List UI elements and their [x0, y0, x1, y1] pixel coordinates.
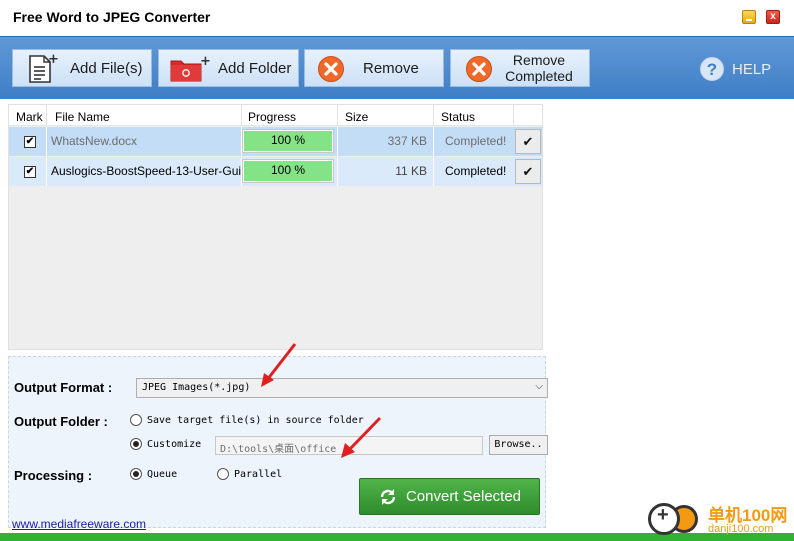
website-link[interactable]: www.mediafreeware.com — [12, 517, 146, 531]
file-name: WhatsNew.docx — [51, 134, 138, 148]
file-size: 337 KB — [387, 134, 427, 148]
close-button[interactable]: x — [766, 10, 780, 24]
header-file-name[interactable]: File Name — [55, 110, 110, 124]
radio-source-folder[interactable] — [130, 414, 142, 426]
add-files-label: Add File(s) — [70, 59, 143, 77]
output-folder-label: Output Folder : — [14, 414, 108, 429]
remove-completed-button[interactable]: Remove Completed — [450, 49, 590, 87]
row-checkbox[interactable]: ✔ — [24, 136, 36, 148]
radio-parallel-label: Parallel — [234, 469, 283, 480]
help-button[interactable]: ? HELP — [700, 57, 771, 81]
add-folder-label: Add Folder — [218, 59, 292, 77]
header-status[interactable]: Status — [441, 110, 475, 124]
processing-label: Processing : — [14, 468, 93, 483]
radio-queue-label: Queue — [147, 469, 178, 480]
svg-text:+: + — [200, 55, 211, 69]
output-format-label: Output Format : — [14, 380, 113, 395]
add-folder-icon: + — [170, 55, 211, 82]
remove-completed-text: Remove Completed — [503, 52, 575, 84]
header-mark[interactable]: Mark — [16, 110, 43, 124]
refresh-icon — [380, 489, 396, 504]
convert-selected-label: Convert Selected — [405, 488, 522, 505]
header-size[interactable]: Size — [345, 110, 368, 124]
status-text: Completed! — [445, 164, 507, 178]
radio-customize[interactable] — [130, 438, 142, 450]
progress-bar: 100 % — [242, 129, 334, 153]
help-label: HELP — [732, 60, 772, 78]
table-row[interactable]: ✔ WhatsNew.docx 100 % 337 KB Completed! … — [9, 127, 542, 156]
add-files-button[interactable]: + Add File(s) — [12, 49, 152, 87]
list-header: Mark File Name Progress Size Status — [9, 105, 542, 126]
add-folder-button[interactable]: + Add Folder — [158, 49, 299, 87]
radio-source-folder-label: Save target file(s) in source folder — [147, 415, 364, 426]
remove-icon — [318, 56, 344, 82]
remove-button[interactable]: Remove — [304, 49, 444, 87]
remove-completed-icon — [466, 56, 492, 82]
watermark: 单机100网 danji100.com — [646, 499, 794, 541]
output-format-value: JPEG Images(*.jpg) — [142, 382, 251, 393]
annotation-arrow-icon — [341, 416, 382, 458]
watermark-url: danji100.com — [708, 523, 774, 535]
header-progress[interactable]: Progress — [248, 110, 296, 124]
row-checkbox[interactable]: ✔ — [24, 166, 36, 178]
remove-completed-line2: Completed — [505, 68, 573, 84]
help-icon: ? — [700, 57, 724, 81]
watermark-plus-icon — [648, 503, 680, 535]
remove-completed-line1: Remove — [512, 52, 566, 68]
radio-parallel[interactable] — [217, 468, 229, 480]
title-bar: Free Word to JPEG Converter x — [0, 0, 794, 36]
output-format-select[interactable]: JPEG Images(*.jpg) ⌵ — [136, 378, 548, 398]
file-list[interactable]: Mark File Name Progress Size Status ✔ Wh… — [8, 104, 543, 350]
browse-button[interactable]: Browse.. — [489, 435, 548, 455]
progress-text: 100 % — [270, 163, 306, 177]
radio-customize-label: Customize — [147, 439, 202, 450]
annotation-arrow-icon — [261, 343, 297, 387]
file-size: 11 KB — [395, 164, 427, 178]
progress-text: 100 % — [270, 133, 306, 147]
table-row[interactable]: ✔ Auslogics-BoostSpeed-13-User-Guid... 1… — [9, 157, 542, 186]
toolbar: + Add File(s) + Add Folder Remove Remove… — [0, 36, 794, 99]
status-text: Completed! — [445, 134, 507, 148]
remove-label: Remove — [363, 59, 419, 77]
file-name: Auslogics-BoostSpeed-13-User-Guid... — [51, 164, 241, 178]
radio-queue[interactable] — [130, 468, 142, 480]
progress-bar: 100 % — [242, 159, 334, 183]
row-action-check-button[interactable]: ✔ — [515, 129, 541, 154]
row-action-check-button[interactable]: ✔ — [515, 159, 541, 184]
minimize-button[interactable] — [742, 10, 756, 24]
window-title: Free Word to JPEG Converter — [13, 9, 211, 25]
convert-selected-button[interactable]: Convert Selected — [359, 478, 540, 515]
chevron-down-icon: ⌵ — [535, 381, 543, 392]
add-file-icon: + — [29, 54, 59, 83]
svg-text:+: + — [48, 54, 59, 67]
